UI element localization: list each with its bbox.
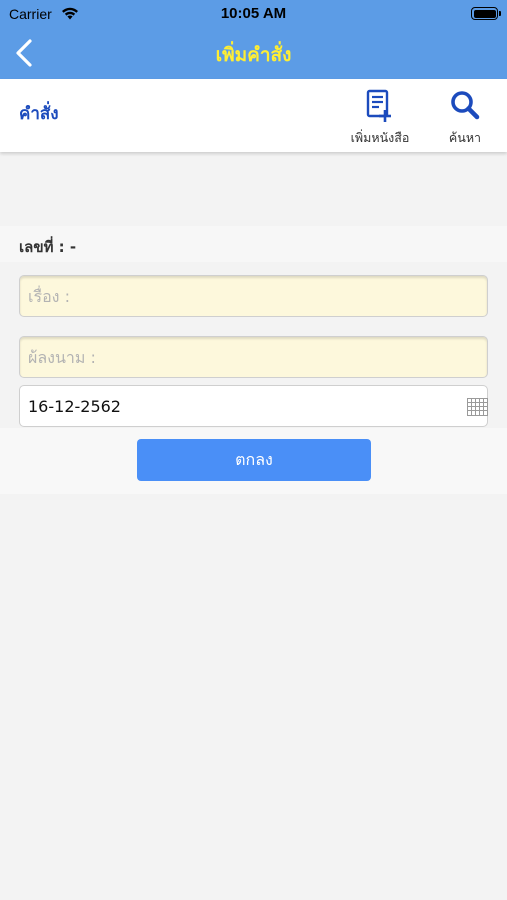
nav-bar: เพิ่มคำสั่ง <box>0 28 507 79</box>
section-label: คำสั่ง <box>19 104 59 124</box>
confirm-button[interactable]: ตกลง <box>137 439 371 481</box>
add-book-button[interactable]: เพิ่มหนังสือ <box>346 89 414 148</box>
page-title: เพิ่มคำสั่ง <box>215 44 292 66</box>
search-button[interactable]: ค้นหา <box>444 89 486 148</box>
calendar-icon[interactable] <box>467 398 488 416</box>
search-label: ค้นหา <box>448 130 482 145</box>
document-number: เลขที่ : - <box>19 238 77 256</box>
battery-icon <box>471 7 501 20</box>
button-area: ตกลง <box>0 428 507 494</box>
date-input[interactable] <box>19 385 488 427</box>
clock: 10:05 AM <box>220 5 287 22</box>
subject-input[interactable] <box>19 275 488 317</box>
signer-input[interactable] <box>19 336 488 378</box>
search-icon <box>451 91 480 120</box>
document-number-row: เลขที่ : - <box>0 226 507 262</box>
status-bar: Carrier 10:05 AM <box>0 0 507 28</box>
add-book-label: เพิ่มหนังสือ <box>350 130 410 145</box>
add-document-icon <box>366 89 391 122</box>
toolbar: คำสั่ง เพิ่มหนังสือ ค้นหา <box>0 79 507 152</box>
